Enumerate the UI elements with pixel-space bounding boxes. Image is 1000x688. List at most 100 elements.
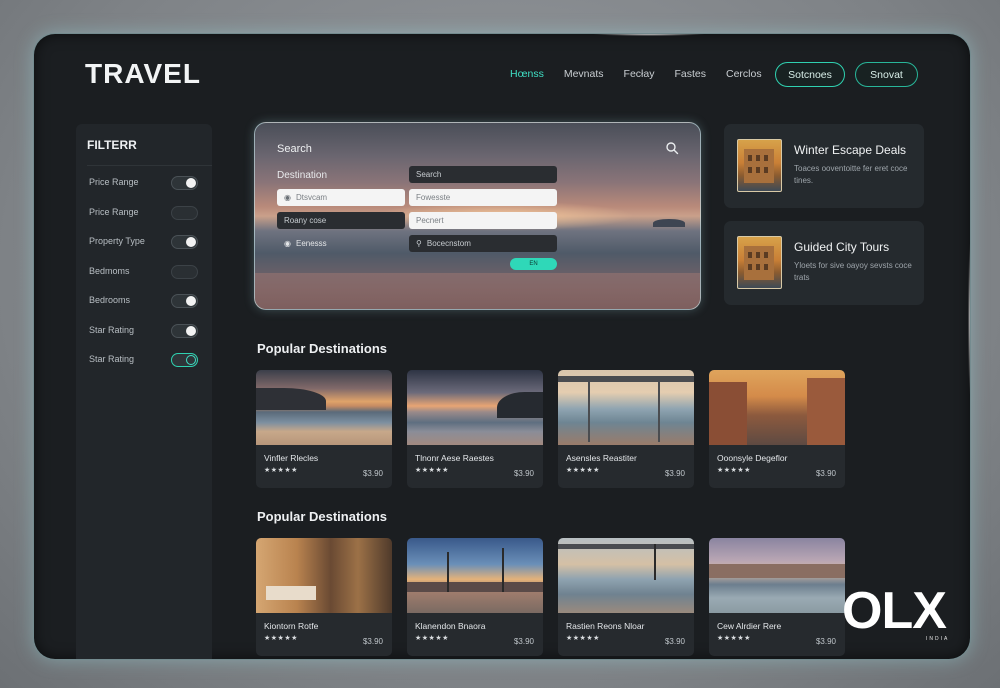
destination-card[interactable]: Cew Alrdier Rere ★★★★★ $3.90 [709, 538, 845, 656]
card-title: Ooonsyle Degeflor [717, 453, 788, 463]
filter-toggle[interactable] [171, 353, 198, 367]
filter-label: Price Range [89, 207, 139, 217]
toggle-knob [186, 355, 196, 365]
app-logo[interactable]: TRAVEL [85, 58, 201, 90]
keyword-search-input[interactable]: ⚲ Bocecnstom [409, 235, 557, 252]
destination-card[interactable]: Rastien Reons Nloar ★★★★★ $3.90 [558, 538, 694, 656]
location-pin-icon: ◉ [284, 193, 291, 202]
nav-link-home[interactable]: Hœnss [510, 68, 544, 80]
deal-thumbnail [737, 139, 782, 192]
filter-toggle[interactable] [171, 235, 198, 249]
cliff-shape [256, 388, 326, 410]
town-skyline [709, 564, 845, 578]
hero-search-panel: Search Destination Search ◉ Dtsvcam Fowes… [254, 122, 701, 310]
card-title: Kiontorn Rotfe [264, 621, 319, 631]
destination-card[interactable]: Ooonsyle Degeflor ★★★★★ $3.90 [709, 370, 845, 488]
nav-button-secondary[interactable]: Snovat [855, 62, 918, 87]
hero-shore [255, 273, 700, 309]
filter-row: Star Rating [89, 353, 198, 367]
destination-card[interactable]: Asensles Reastiter ★★★★★ $3.90 [558, 370, 694, 488]
search-submit-button[interactable]: EN [510, 258, 557, 270]
destination-input[interactable]: ◉ Dtsvcam [277, 189, 405, 206]
building-image [744, 149, 774, 183]
rating-stars: ★★★★★ [264, 467, 298, 474]
bed-shape [266, 586, 316, 600]
radio-icon: ◉ [284, 239, 291, 248]
deal-description: Toaces ooventoitte fer eret coce tines. [794, 164, 908, 185]
building-right [807, 378, 845, 445]
filter-row: Bedmoms [89, 265, 198, 279]
section-title: Popular Destinations [257, 509, 388, 524]
search-icon[interactable] [665, 141, 679, 155]
top-nav: Hœnss Mevnats Fecłay Fastes Cerclos [510, 68, 782, 80]
rooms-input[interactable]: Roany cose [277, 212, 405, 229]
card-price: $3.90 [815, 637, 836, 646]
deal-title: Winter Escape Deals [794, 143, 907, 157]
rating-stars: ★★★★★ [717, 635, 751, 642]
card-image [256, 538, 392, 613]
deal-card[interactable]: Guided City Tours Yloets for sive oayoy … [724, 221, 924, 305]
filter-label: Bedmoms [89, 266, 130, 276]
frame-glow-top [594, 34, 704, 36]
card-price: $3.90 [362, 469, 383, 478]
toggle-knob [186, 178, 196, 188]
filter-row: Bedrooms [89, 294, 198, 308]
guests-option[interactable]: ◉ Eenesss [277, 235, 405, 252]
deal-description: Yloets for sive oayoy sevsts coce trats [794, 261, 912, 282]
filter-row: Price Range [89, 206, 198, 220]
destination-card[interactable]: Klanendon Bnaora ★★★★★ $3.90 [407, 538, 543, 656]
filter-toggle[interactable] [171, 294, 198, 308]
rating-stars: ★★★★★ [717, 467, 751, 474]
filter-toggle[interactable] [171, 324, 198, 338]
palm-trunk [502, 548, 504, 592]
nav-link-4[interactable]: Fastes [674, 68, 706, 80]
deal-title: Guided City Tours [794, 240, 890, 254]
filter-label: Star Rating [89, 325, 135, 335]
card-image [558, 370, 694, 445]
destination-label: Destination [277, 170, 328, 181]
destination-card[interactable]: Tlnonr Aese Raestes ★★★★★ $3.90 [407, 370, 543, 488]
deal-card[interactable]: Winter Escape Deals Toaces ooventoitte f… [724, 124, 924, 208]
rating-stars: ★★★★★ [415, 635, 449, 642]
nav-link-2[interactable]: Mevnats [564, 68, 604, 80]
resort-row [407, 582, 543, 592]
building-left [709, 382, 747, 445]
filter-label: Price Range [89, 177, 139, 187]
pier-roof [558, 376, 694, 382]
search-input[interactable]: Search [409, 166, 557, 183]
field-text: Search [416, 170, 442, 179]
card-image [709, 370, 845, 445]
palm-trunk [447, 552, 449, 592]
nav-button-primary[interactable]: Sotcnoes [775, 62, 845, 87]
card-title: Klanendon Bnaora [415, 621, 486, 631]
check-in-input[interactable]: Fowesste [409, 189, 557, 206]
field-text: Bocecnstom [426, 239, 471, 248]
filter-toggle[interactable] [171, 265, 198, 279]
filter-toggle[interactable] [171, 176, 198, 190]
sidebar-title: FILTERR [87, 138, 137, 152]
card-price: $3.90 [513, 469, 534, 478]
filter-toggle[interactable] [171, 206, 198, 220]
check-out-input[interactable]: Pecnert [409, 212, 557, 229]
card-image [558, 538, 694, 613]
filter-row: Property Type [89, 235, 198, 249]
destination-card[interactable]: Kiontorn Rotfe ★★★★★ $3.90 [256, 538, 392, 656]
nav-link-5[interactable]: Cerclos [726, 68, 762, 80]
card-title: Tlnonr Aese Raestes [415, 453, 494, 463]
rating-stars: ★★★★★ [566, 467, 600, 474]
palm-trunk [654, 544, 656, 580]
card-image [407, 370, 543, 445]
toggle-knob [186, 326, 196, 336]
field-text: Pecnert [416, 216, 444, 225]
nav-link-3[interactable]: Fecłay [624, 68, 655, 80]
destination-card[interactable]: Vinfler Rlecles ★★★★★ $3.90 [256, 370, 392, 488]
card-image [407, 538, 543, 613]
rating-stars: ★★★★★ [566, 635, 600, 642]
field-text: Dtsvcam [295, 193, 328, 202]
card-price: $3.90 [362, 637, 383, 646]
hero-island [653, 219, 685, 227]
toggle-knob [186, 296, 196, 306]
card-price: $3.90 [815, 469, 836, 478]
hero-title: Search [277, 143, 312, 155]
card-price: $3.90 [664, 469, 685, 478]
